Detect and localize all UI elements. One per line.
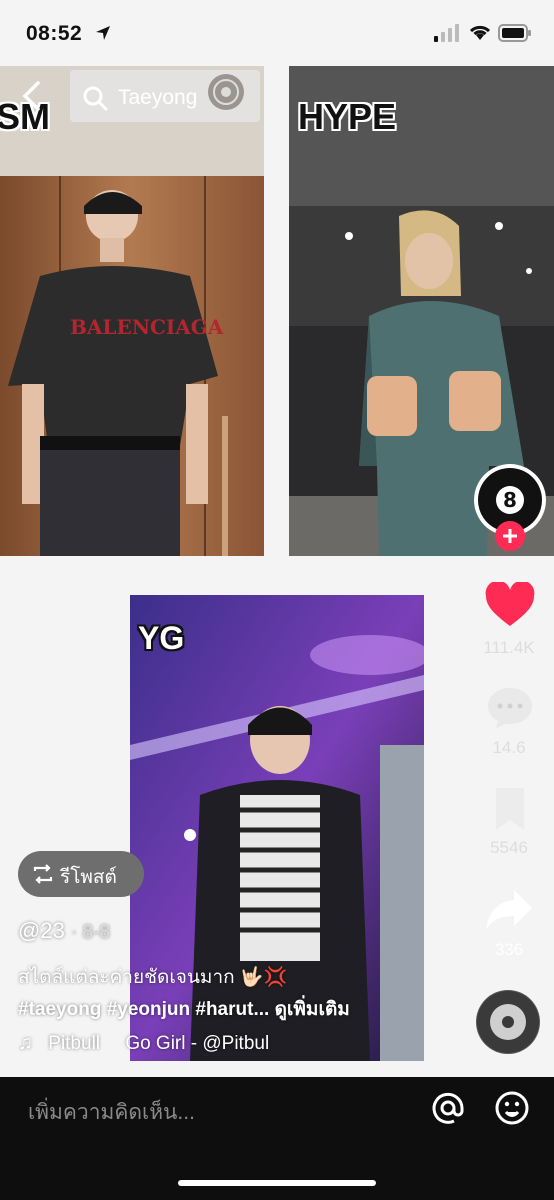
share-arrow-icon[interactable] — [484, 888, 534, 932]
share-count: 336 — [494, 940, 524, 959]
comment-count: 14.6 — [492, 738, 526, 757]
comment-bubble-icon[interactable] — [486, 686, 534, 730]
post-hashtags: #taeyong #yeonjun #harut... ดูเพิ่มเติม — [18, 994, 350, 1024]
music-disc-avatar[interactable] — [476, 990, 540, 1054]
sm-video-frame: BALENCIAGA — [0, 66, 264, 556]
comment-input[interactable]: เพิ่มความคิดเห็น... — [28, 1096, 195, 1129]
status-bar: 08:52 — [0, 0, 554, 64]
music-note-icon: ♫ — [18, 1032, 33, 1054]
music-artist: Pitbull — [48, 1033, 101, 1054]
repost-button[interactable]: รีโพสต์ — [18, 851, 144, 897]
back-arrow-icon[interactable] — [18, 80, 44, 112]
mention-at-icon[interactable] — [430, 1090, 466, 1126]
home-indicator — [178, 1180, 376, 1186]
username-text[interactable]: @23 — [18, 918, 65, 943]
battery-icon — [498, 24, 531, 42]
wifi-icon — [469, 25, 491, 40]
video-panel-sm: BALENCIAGA — [0, 66, 264, 556]
save-count: 5546 — [490, 838, 528, 857]
see-more-link[interactable]: ดูเพิ่มเติม — [275, 999, 350, 1020]
svg-text:BALENCIAGA: BALENCIAGA — [70, 315, 224, 339]
post-date: · 8-8 — [70, 922, 111, 943]
svg-text:8: 8 — [503, 488, 517, 512]
status-time: 08:52 — [26, 22, 83, 45]
post-username[interactable]: @23 · 8-8 — [18, 918, 110, 944]
panel-label-yg: YG — [138, 620, 185, 656]
panel-label-hype: HYPE — [298, 96, 397, 137]
search-icon — [83, 86, 108, 111]
cellular-signal-icon — [434, 24, 459, 42]
like-heart-icon[interactable] — [484, 582, 536, 628]
music-title: Go Girl - @Pitbul — [125, 1033, 270, 1054]
location-arrow-icon — [96, 26, 110, 40]
bookmark-icon[interactable] — [490, 786, 530, 832]
emoji-face-icon[interactable] — [494, 1090, 530, 1126]
follow-plus-icon[interactable] — [494, 520, 526, 552]
like-count: 111.4K — [483, 638, 535, 657]
repost-icon — [33, 864, 53, 884]
repost-label: รีโพสต์ — [60, 867, 117, 888]
rotating-record-icon — [477, 991, 539, 1053]
hashtags-text[interactable]: #taeyong #yeonjun #harut... — [18, 999, 269, 1020]
music-row[interactable]: ♫ Pitbull Go Girl - @Pitbul — [18, 1032, 269, 1055]
music-disc-icon — [208, 74, 244, 110]
post-caption: สไตล์แต่ละค่ายชัดเจนมาก 🤟🏻💢 — [18, 967, 288, 988]
search-query: Taeyong — [118, 86, 198, 109]
